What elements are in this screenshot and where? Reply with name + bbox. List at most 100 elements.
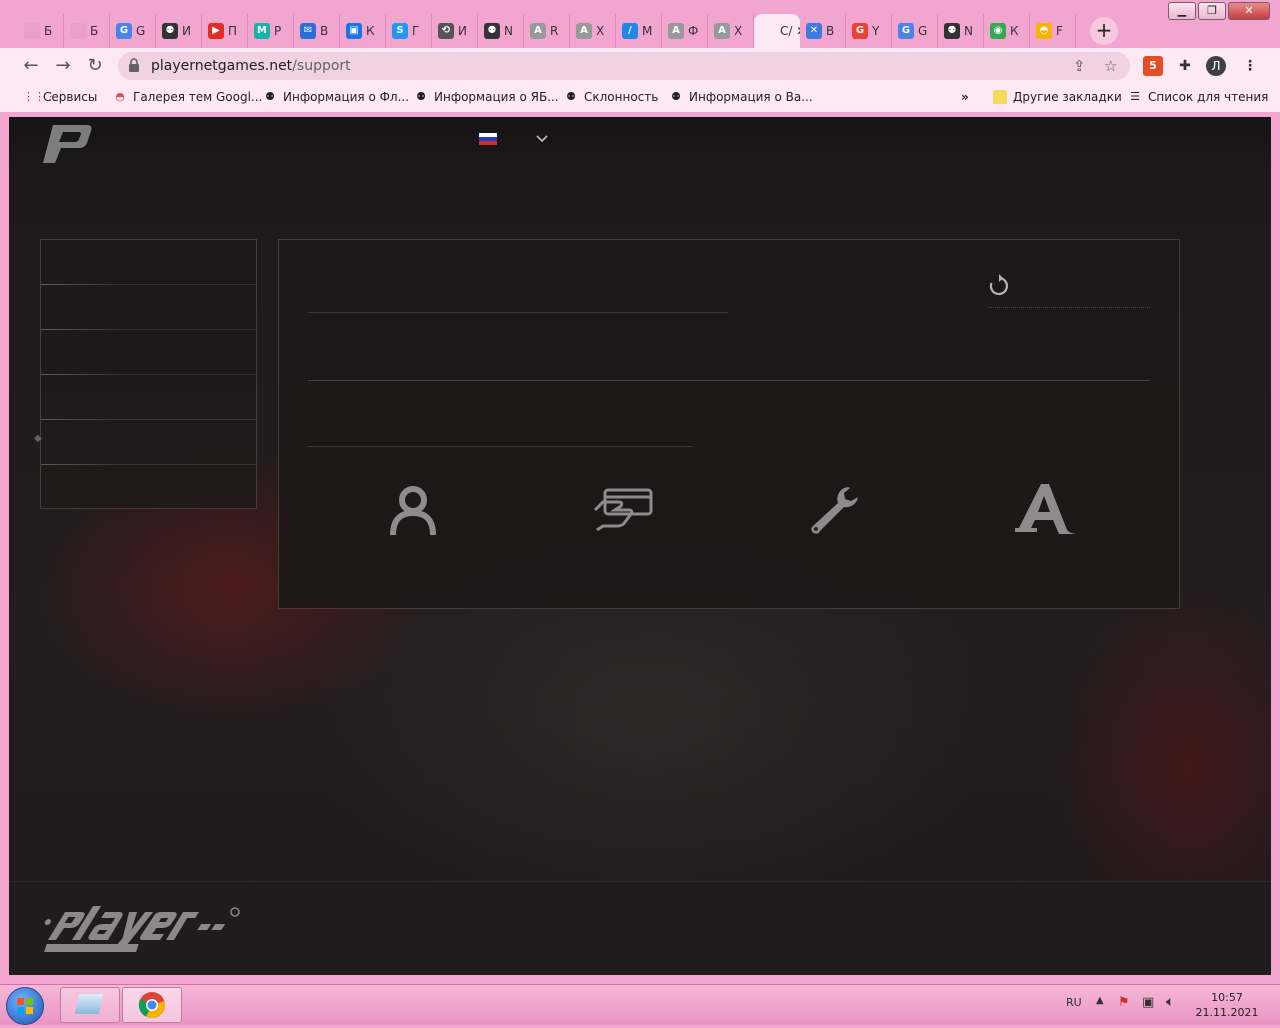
close-window-button[interactable]: ✕ (1228, 2, 1270, 20)
tab[interactable]: ⚉ И (156, 14, 202, 48)
side-menu-item[interactable] (41, 240, 256, 285)
tab[interactable]: Б (64, 14, 110, 48)
person-icon (390, 486, 436, 536)
tab[interactable]: AХ (708, 14, 754, 48)
tab-label: N (504, 24, 513, 38)
tab-label: С/ (780, 24, 793, 38)
tab-favicon-icon: M (254, 23, 270, 39)
bookmarks-bar: ⋮⋮⋮ Сервисы ◓ Галерея тем Googl... ⚉ Инф… (0, 84, 1280, 112)
tab[interactable]: ◉ К (984, 14, 1030, 48)
network-icon[interactable]: ▣ (1142, 995, 1154, 1010)
bookmark-apps[interactable]: ⋮⋮⋮ Сервисы (23, 90, 97, 104)
tab-label: И (182, 24, 191, 38)
new-tab-button[interactable]: + (1090, 17, 1118, 45)
site-icon: ⚉ (671, 90, 681, 103)
refresh-icon[interactable] (987, 274, 1011, 298)
tab[interactable]: AХ (570, 14, 616, 48)
tab-favicon-icon: / (622, 23, 638, 39)
bookmark-star-icon[interactable]: ☆ (1104, 57, 1117, 75)
bookmark-item[interactable]: ⚉ Склонность (564, 90, 658, 104)
clock[interactable]: 10:57 21.11.2021 (1194, 990, 1260, 1020)
tab[interactable]: GG (892, 14, 938, 48)
tab[interactable]: ✉ В (294, 14, 340, 48)
back-button[interactable]: ← (19, 54, 43, 78)
divider (308, 380, 1150, 381)
volume-icon[interactable]: 🔈︎ (1166, 994, 1174, 1010)
payment-card-icon (593, 488, 653, 532)
tab-favicon-icon (760, 23, 776, 39)
category-technical[interactable] (803, 480, 867, 540)
taskbar-app-explorer[interactable] (60, 987, 120, 1023)
bookmarks-overflow-button[interactable]: » (961, 90, 969, 104)
tab[interactable]: GY (846, 14, 892, 48)
support-panel (278, 239, 1180, 609)
menu-icon[interactable]: ⋮ (1240, 56, 1260, 76)
clock-time: 10:57 (1211, 991, 1243, 1004)
bookmark-item[interactable]: ⚉ Информация о ЯБ... (414, 90, 559, 104)
tab-label: В (320, 24, 329, 38)
tab[interactable]: ⟲ И (432, 14, 478, 48)
tab[interactable]: SГ (386, 14, 432, 48)
tab-favicon-icon: G (898, 23, 914, 39)
extensions-icon[interactable]: ✚ (1175, 56, 1195, 76)
side-menu-item[interactable] (41, 285, 256, 330)
playernet-games-logo-icon[interactable] (41, 900, 257, 956)
side-menu-item[interactable] (41, 375, 256, 420)
tab[interactable]: MР (248, 14, 294, 48)
tab[interactable]: GG (110, 14, 156, 48)
maximize-button[interactable]: ❐ (1198, 2, 1226, 20)
tab-label: К (366, 24, 375, 38)
address-bar[interactable]: playernetgames.net/support ⇪ ☆ (118, 52, 1130, 80)
tab-label: Х (734, 24, 743, 38)
tab-label: G (918, 24, 928, 38)
url-text: playernetgames.net/support (151, 58, 351, 74)
start-button[interactable] (6, 987, 44, 1025)
folder-icon (993, 90, 1007, 104)
bookmark-item[interactable]: ◓ Галерея тем Googl... (113, 90, 262, 104)
tab-favicon-icon: ✕ (806, 23, 822, 39)
side-menu-item[interactable] (41, 465, 256, 509)
category-game[interactable] (1013, 480, 1077, 540)
side-menu-item[interactable] (41, 420, 256, 465)
html5-extension-icon[interactable]: 5 (1143, 56, 1163, 76)
tab[interactable]: ◓ F (1030, 14, 1076, 48)
bookmark-item[interactable]: ⚉ Информация о Ва... (669, 90, 813, 104)
minimize-button[interactable]: ▁ (1168, 2, 1196, 20)
tray-expand-icon[interactable]: ▲ (1096, 995, 1104, 1006)
tab[interactable]: Б (18, 14, 64, 48)
input-language[interactable]: RU (1066, 996, 1082, 1009)
tab[interactable]: ✕ В (800, 14, 846, 48)
taskbar-app-chrome[interactable] (122, 987, 182, 1023)
reload-button[interactable]: ↻ (83, 54, 107, 78)
chevron-down-icon[interactable] (535, 131, 549, 145)
tab-favicon-icon: A (530, 23, 546, 39)
tab[interactable]: ⚉ N (478, 14, 524, 48)
tab-favicon-icon: ◓ (1036, 23, 1052, 39)
category-payment[interactable] (592, 480, 656, 540)
reading-list[interactable]: ☰ Список для чтения (1128, 90, 1268, 104)
tab[interactable]: ⚉ N (938, 14, 984, 48)
tab-favicon-icon: ⚉ (944, 23, 960, 39)
forward-button[interactable]: → (51, 54, 75, 78)
side-menu-item[interactable] (41, 330, 256, 375)
share-icon[interactable]: ⇪ (1073, 57, 1086, 75)
tab[interactable]: ▶ П (202, 14, 248, 48)
bookmark-item[interactable]: ⚉ Информация о Фл... (263, 90, 409, 104)
tab[interactable]: AR (524, 14, 570, 48)
window-controls: ▁ ❐ ✕ (1168, 2, 1270, 20)
profile-avatar[interactable]: Л (1206, 56, 1226, 76)
site-footer (9, 881, 1271, 975)
tab[interactable]: AФ (662, 14, 708, 48)
tab[interactable]: ▣ К (340, 14, 386, 48)
category-account[interactable] (381, 480, 445, 540)
site-logo-icon[interactable] (39, 121, 95, 165)
other-bookmarks[interactable]: Другие закладки (993, 90, 1122, 104)
flag-alert-icon[interactable]: ⚑ (1118, 995, 1130, 1010)
tab-active[interactable]: С/✕ (754, 14, 800, 48)
tab-favicon-icon: A (714, 23, 730, 39)
language-flag-icon[interactable] (479, 133, 497, 145)
explorer-icon (74, 994, 104, 1014)
tab[interactable]: / М (616, 14, 662, 48)
tab-label: Y (872, 24, 880, 38)
tab-favicon-icon: ✉ (300, 23, 316, 39)
